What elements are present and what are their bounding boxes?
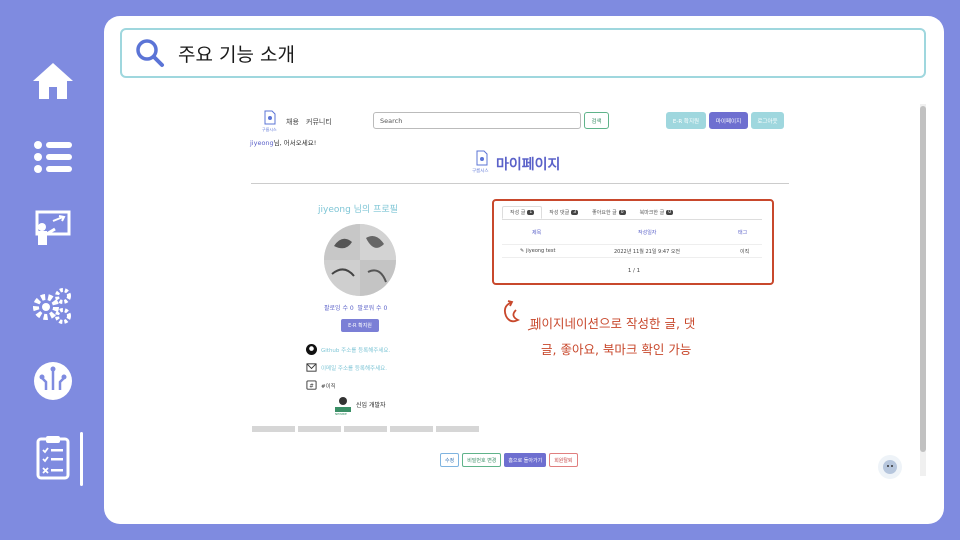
email-text[interactable]: 이메일 주소를 등록해주세요.: [321, 364, 387, 372]
home-icon[interactable]: [30, 58, 76, 104]
highlight-box: [492, 199, 774, 285]
following-count[interactable]: 팔로잉 수 0: [324, 305, 354, 312]
profile-title: jiyeong 님의 프로필: [318, 205, 398, 215]
newbie-badge-icon: [335, 397, 351, 412]
website-screenshot: 구름시스 채용 커뮤니티 Search 검색 E-R 확지원 마이페이지 로그아…: [126, 100, 926, 480]
skeleton-bars: [252, 426, 479, 432]
main-card: 주요 기능 소개 구름시스 채용 커뮤니티 Search 검색 E-R 확지원 …: [104, 16, 944, 524]
clipboard-checklist-icon[interactable]: [30, 434, 76, 480]
annotation-line-1: 페이지네이션으로 작성한 글, 댓: [530, 316, 696, 331]
site-navbar: 구름시스 채용 커뮤니티 Search 검색 E-R 확지원 마이페이지 로그아…: [256, 110, 792, 136]
nav-link-jobs[interactable]: 채용: [286, 117, 299, 127]
welcome-user: jiyeong: [250, 139, 274, 147]
page-title: 마이페이지: [496, 157, 561, 173]
settings-gears-icon[interactable]: [30, 282, 76, 328]
title-divider: [251, 183, 789, 184]
email-row: 이메일 주소를 등록해주세요.: [306, 362, 387, 373]
change-password-button[interactable]: 비밀번호 변경: [462, 453, 502, 467]
page-logo: 구름시스: [472, 150, 492, 178]
scrollbar-thumb[interactable]: [920, 106, 926, 452]
followers-count[interactable]: 팔로워 수 0: [358, 305, 388, 312]
active-indicator: [80, 432, 83, 486]
search-query[interactable]: 주요 기능 소개: [178, 40, 295, 67]
tag-text: #이직: [321, 383, 336, 390]
email-icon: [306, 363, 317, 372]
list-icon[interactable]: [30, 134, 76, 180]
svg-text:#: #: [309, 383, 314, 389]
home-button[interactable]: 홈으로 돌아가기: [504, 453, 547, 467]
edit-button[interactable]: 수정: [440, 453, 460, 467]
svg-text:구름시스: 구름시스: [262, 126, 277, 132]
nav-link-community[interactable]: 커뮤니티: [306, 117, 332, 127]
annotation-line-2: 글, 좋아요, 북마크 확인 가능: [541, 342, 692, 357]
left-rail: [0, 0, 104, 540]
profile-action-buttons: 수정 비밀번호 변경 홈으로 돌아가기 회원탈퇴: [440, 453, 578, 467]
welcome-suffix: 님, 어서오세요!: [273, 139, 317, 147]
svg-text:구름시스: 구름시스: [472, 168, 489, 174]
scrollbar[interactable]: [920, 104, 926, 476]
site-logo[interactable]: 구름시스: [262, 110, 278, 132]
site-search-input[interactable]: Search: [373, 112, 581, 129]
search-icon[interactable]: [122, 38, 178, 68]
resume-button[interactable]: E-R 확지원: [666, 112, 706, 129]
presentation-icon[interactable]: [30, 206, 76, 252]
tag-icon: #: [306, 380, 317, 390]
github-text[interactable]: Github 주소를 등록해주세요.: [321, 346, 390, 354]
github-row: Github 주소를 등록해주세요.: [306, 344, 390, 355]
withdraw-button[interactable]: 회원탈퇴: [549, 453, 578, 467]
follow-stats: 팔로잉 수 0 팔로워 수 0: [324, 303, 387, 312]
avatar: [324, 224, 396, 296]
site-search-button[interactable]: 검색: [584, 112, 609, 129]
badge-icon-text: NEWBIE: [335, 412, 347, 416]
tag-row: # #이직: [306, 380, 336, 391]
profile-resume-button[interactable]: E-R 확지원: [341, 319, 379, 332]
level-badge-row: NEWBIE 신입 개발자: [334, 395, 386, 416]
search-bar[interactable]: 주요 기능 소개: [120, 28, 926, 78]
welcome-text: jiyeong님, 어서오세요!: [250, 137, 316, 147]
github-icon: [306, 344, 317, 355]
chat-bot-icon[interactable]: [878, 455, 902, 479]
level-text: 신입 개발자: [356, 401, 386, 409]
logout-button[interactable]: 로그아웃: [751, 112, 784, 129]
circuit-brain-icon[interactable]: [30, 358, 76, 404]
mypage-button[interactable]: 마이페이지: [709, 112, 748, 129]
